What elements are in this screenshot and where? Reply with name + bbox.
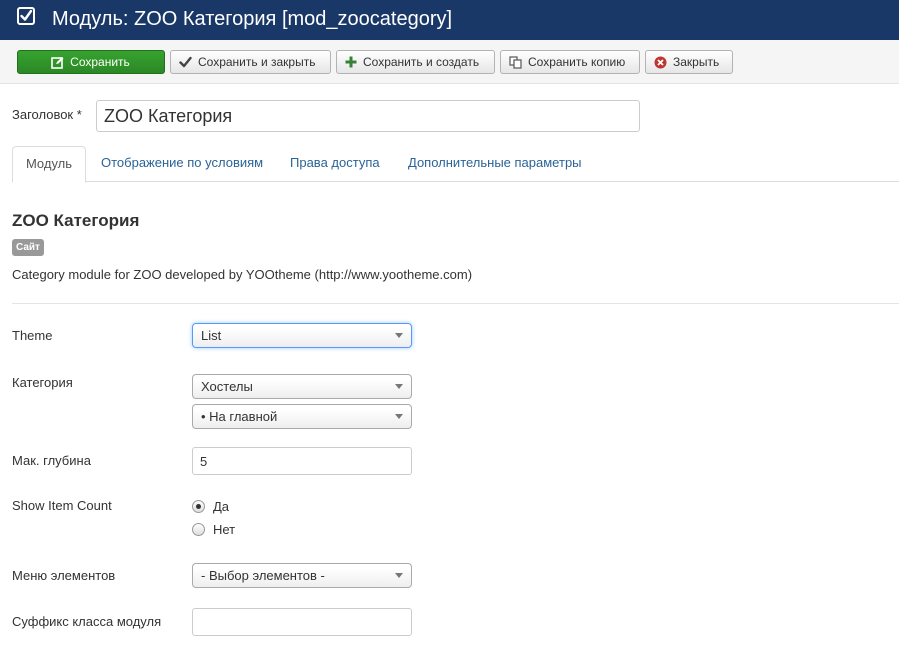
chevron-down-icon [395, 414, 403, 419]
chevron-down-icon [395, 573, 403, 578]
edit-icon [51, 56, 64, 69]
show-count-yes-radio[interactable] [192, 500, 205, 513]
max-depth-label: Мак. глубина [12, 453, 91, 468]
divider [12, 303, 899, 304]
save-copy-button-label: Сохранить копию [528, 55, 626, 69]
show-count-no-radio[interactable] [192, 523, 205, 536]
save-close-button[interactable]: Сохранить и закрыть [170, 50, 331, 74]
save-new-button[interactable]: Сохранить и создать [336, 50, 495, 74]
save-button[interactable]: Сохранить [17, 50, 165, 74]
show-count-yes-label: Да [213, 499, 230, 514]
toolbar: Сохранить Сохранить и закрыть Сохранить … [0, 40, 899, 84]
theme-select-value: List [201, 328, 222, 343]
plus-icon [345, 56, 357, 68]
copy-icon [509, 55, 522, 69]
site-badge: Сайт [12, 239, 44, 256]
theme-label: Theme [12, 328, 53, 343]
cancel-circle-icon [654, 56, 667, 68]
check-icon [179, 56, 192, 68]
show-count-no-option[interactable]: Нет [192, 522, 235, 537]
menu-items-select[interactable]: - Выбор элементов - [192, 563, 412, 588]
save-new-button-label: Сохранить и создать [363, 55, 480, 69]
category-label: Категория [12, 375, 73, 390]
tab-bar: Модуль Отображение по условиям Права дос… [12, 146, 899, 183]
chevron-down-icon [395, 384, 403, 389]
app-select[interactable]: Хостелы [192, 374, 412, 399]
max-depth-input[interactable] [192, 447, 412, 475]
tab-permissions[interactable]: Права доступа [290, 146, 380, 182]
module-heading: ZOO Категория [12, 211, 140, 230]
save-button-label: Сохранить [70, 55, 130, 69]
show-count-yes-option[interactable]: Да [192, 499, 229, 514]
module-description: Category module for ZOO developed by YOO… [12, 267, 473, 282]
category-select[interactable]: • На главной [192, 404, 412, 429]
chevron-down-icon [395, 333, 403, 338]
close-button-label: Закрыть [673, 55, 720, 69]
class-suffix-label: Суффикс класса модуля [12, 614, 162, 629]
save-close-button-label: Сохранить и закрыть [198, 55, 316, 69]
tab-advanced[interactable]: Дополнительные параметры [408, 146, 582, 182]
class-suffix-input[interactable] [192, 608, 412, 636]
title-input[interactable] [96, 100, 640, 132]
close-button[interactable]: Закрыть [645, 50, 733, 74]
tab-assignment[interactable]: Отображение по условиям [101, 146, 263, 182]
tab-module[interactable]: Модуль [12, 146, 86, 183]
category-select-value: • На главной [201, 409, 278, 424]
app-select-value: Хостелы [201, 379, 253, 394]
theme-select[interactable]: List [192, 323, 412, 348]
page-header: Модуль: ZOO Категория [mod_zoocategory] [0, 0, 899, 40]
page-title: Модуль: ZOO Категория [mod_zoocategory] [52, 8, 453, 30]
menu-items-label: Меню элементов [12, 568, 116, 583]
title-label: Заголовок * [12, 107, 82, 122]
show-count-no-label: Нет [213, 522, 236, 537]
show-count-label: Show Item Count [12, 498, 112, 513]
check-square-icon [17, 7, 35, 25]
menu-items-select-value: - Выбор элементов - [201, 568, 325, 583]
save-copy-button[interactable]: Сохранить копию [500, 50, 640, 74]
